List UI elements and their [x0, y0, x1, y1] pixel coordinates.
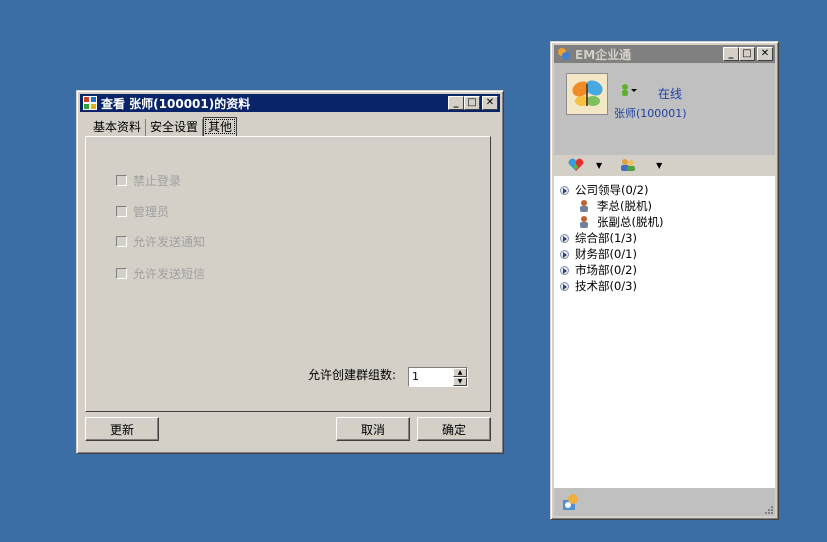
close-icon: ✕ — [485, 97, 495, 108]
online-status[interactable]: 在线 — [658, 85, 682, 102]
maximize-icon: □ — [742, 48, 752, 59]
tab-security-settings[interactable]: 安全设置 — [146, 119, 204, 136]
dialog-titlebar[interactable]: 查看 张师(100001)的资料 _ □ ✕ — [80, 94, 500, 112]
contacts-group-icon[interactable] — [620, 158, 636, 172]
butterfly-avatar-icon — [572, 80, 603, 106]
minimize-button[interactable]: _ — [448, 96, 464, 110]
avatar[interactable] — [566, 73, 608, 115]
close-button[interactable]: ✕ — [482, 96, 498, 110]
im-window: EM企业通 _ □ ✕ 在线 张师(100001) ▼ ▼ 公司领导(0/2) … — [550, 41, 779, 520]
stepper-up-icon[interactable]: ▲ — [453, 368, 467, 377]
im-footer — [554, 488, 775, 516]
group-label: 技术部(0/3) — [575, 279, 637, 293]
tab-strip: 基本资料 安全设置 其他 — [89, 117, 238, 136]
dialog-title: 查看 张师(100001)的资料 — [101, 96, 251, 111]
tab-basic-info[interactable]: 基本资料 — [89, 119, 147, 136]
admin-checkbox[interactable]: 管理员 — [116, 203, 169, 220]
im-minimize-button[interactable]: _ — [723, 47, 739, 61]
expand-icon[interactable] — [560, 281, 569, 291]
expand-icon[interactable] — [560, 185, 569, 195]
ok-button[interactable]: 确定 — [417, 417, 491, 441]
checkbox-label: 禁止登录 — [133, 174, 182, 188]
chevron-down-icon[interactable]: ▼ — [596, 161, 602, 170]
tab-other[interactable]: 其他 — [203, 117, 238, 136]
group-node[interactable]: 市场部(0/2) — [560, 262, 637, 278]
checkbox-box[interactable] — [116, 206, 127, 217]
colorful-heart-icon[interactable] — [568, 158, 584, 172]
checkbox-box[interactable] — [116, 268, 127, 279]
expand-icon[interactable] — [560, 233, 569, 243]
ban-login-checkbox[interactable]: 禁止登录 — [116, 172, 181, 189]
im-titlebar[interactable]: EM企业通 _ □ ✕ — [554, 45, 775, 63]
group-node[interactable]: 综合部(1/3) — [560, 230, 637, 246]
group-limit-stepper[interactable]: 1 ▲ ▼ — [408, 367, 468, 387]
member-node[interactable]: 张副总(脱机) — [577, 214, 663, 230]
checkbox-box[interactable] — [116, 175, 127, 186]
group-label: 综合部(1/3) — [575, 231, 637, 245]
group-node[interactable]: 公司领导(0/2) — [560, 182, 648, 198]
member-node[interactable]: 李总(脱机) — [577, 198, 652, 214]
group-limit-label: 允许创建群组数: — [307, 368, 396, 382]
group-label: 财务部(0/1) — [575, 247, 637, 261]
checkbox-label: 允许发送通知 — [133, 235, 206, 249]
maximize-icon: □ — [467, 97, 477, 108]
checkbox-label: 允许发送短信 — [133, 267, 206, 281]
contact-tree: 公司领导(0/2) 李总(脱机) 张副总(脱机) 综合部(1/3) 财务部(0/… — [554, 176, 775, 506]
profile-dialog: 查看 张师(100001)的资料 _ □ ✕ 基本资料 安全设置 其他 禁止登录… — [76, 90, 504, 454]
group-label: 市场部(0/2) — [575, 263, 637, 277]
member-label: 李总(脱机) — [597, 199, 652, 213]
offline-user-icon — [580, 216, 588, 228]
stepper-down-icon[interactable]: ▼ — [453, 377, 467, 386]
im-toolbar: ▼ ▼ — [554, 155, 775, 175]
tab-panel-other: 禁止登录 管理员 允许发送通知 允许发送短信 允许创建群组数: 1 ▲ ▼ — [85, 136, 491, 412]
resize-grip-icon[interactable] — [763, 504, 773, 514]
minimize-icon: _ — [728, 48, 734, 59]
checkbox-box[interactable] — [116, 236, 127, 247]
member-label: 张副总(脱机) — [597, 215, 664, 229]
maximize-button[interactable]: □ — [464, 96, 480, 110]
close-icon: ✕ — [760, 48, 770, 59]
expand-icon[interactable] — [560, 265, 569, 275]
cancel-button[interactable]: 取消 — [336, 417, 410, 441]
im-title: EM企业通 — [575, 47, 632, 62]
status-person-icon[interactable] — [620, 83, 638, 97]
chevron-down-icon[interactable]: ▼ — [656, 161, 662, 170]
allow-sms-checkbox[interactable]: 允许发送短信 — [116, 265, 205, 282]
group-node[interactable]: 技术部(0/3) — [560, 278, 637, 294]
current-user-name: 张师(100001) — [614, 107, 687, 120]
minimize-icon: _ — [453, 97, 459, 108]
checkbox-label: 管理员 — [133, 205, 170, 219]
im-maximize-button[interactable]: □ — [739, 47, 755, 61]
em-app-icon — [558, 48, 570, 60]
allow-notice-checkbox[interactable]: 允许发送通知 — [116, 233, 205, 250]
im-close-button[interactable]: ✕ — [757, 47, 773, 61]
update-button[interactable]: 更新 — [85, 417, 159, 441]
offline-user-icon — [580, 200, 588, 212]
group-label: 公司领导(0/2) — [575, 183, 649, 197]
app-window-icon — [83, 96, 97, 110]
expand-icon[interactable] — [560, 249, 569, 259]
group-limit-value[interactable]: 1 — [409, 368, 453, 386]
group-node[interactable]: 财务部(0/1) — [560, 246, 637, 262]
system-menu-icon[interactable] — [562, 493, 580, 511]
